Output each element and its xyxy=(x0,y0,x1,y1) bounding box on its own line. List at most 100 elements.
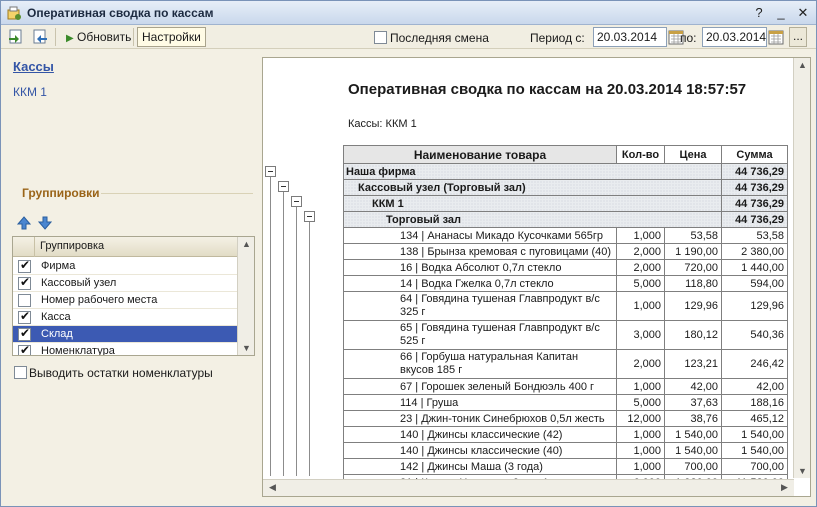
kkm-link[interactable]: ККМ 1 xyxy=(13,85,47,99)
collapse-icon[interactable] xyxy=(291,196,302,207)
item-price: 700,00 xyxy=(664,458,722,475)
grouping-row-selected[interactable]: Склад xyxy=(13,326,238,343)
item-qty: 1,000 xyxy=(616,442,665,459)
item-qty: 1,000 xyxy=(616,426,665,443)
period-to-input[interactable]: 20.03.2014 xyxy=(702,27,767,47)
table-row[interactable]: 140 | Джинсы классические (40) 1,000 1 540… xyxy=(343,442,788,459)
grouping-label: Фирма xyxy=(41,260,76,272)
app-icon xyxy=(7,6,21,20)
item-name: 64 | Говядина тушеная Главпродукт в/с 32… xyxy=(343,291,617,321)
collapse-icon[interactable] xyxy=(265,166,276,177)
table-row[interactable]: 142 | Джинсы Маша (3 года) 1,000 700,00 700… xyxy=(343,458,788,475)
grouping-row[interactable]: Касса xyxy=(13,309,238,326)
grouping-row[interactable]: Фирма xyxy=(13,258,238,275)
grouping-label: Склад xyxy=(41,328,73,340)
table-row[interactable]: 16 | Водка Абсолют 0,7л стекло 2,000 720,0… xyxy=(343,259,788,276)
report-table: Наименование товара Кол-во Цена Сумма На… xyxy=(343,145,788,491)
period-from-label: Период с: xyxy=(530,31,585,45)
grouping-row[interactable]: Кассовый узел xyxy=(13,275,238,292)
group-name: Наша фирма xyxy=(343,163,722,180)
collapse-icon[interactable] xyxy=(278,181,289,192)
scroll-right-icon[interactable]: ▶ xyxy=(777,482,792,493)
left-panel: Кассы ККМ 1 Группировки Группировка Фирм… xyxy=(1,50,259,506)
item-sum: 42,00 xyxy=(721,378,788,395)
scroll-up-icon[interactable]: ▲ xyxy=(239,239,254,249)
toolbar-separator xyxy=(55,28,56,46)
kassy-title-link[interactable]: Кассы xyxy=(13,59,54,74)
item-qty: 2,000 xyxy=(616,349,665,379)
table-row[interactable]: 140 | Джинсы классические (42) 1,000 1 540… xyxy=(343,426,788,443)
group-row[interactable]: Наша фирма 44 736,29 xyxy=(343,163,788,180)
export-icon[interactable] xyxy=(7,28,25,46)
help-icon[interactable]: ? xyxy=(749,4,769,22)
grouping-label: Номер рабочего места xyxy=(41,294,158,306)
table-row[interactable]: 65 | Говядина тушеная Главпродукт в/с 52… xyxy=(343,320,788,350)
calendar-icon[interactable] xyxy=(768,29,784,45)
item-qty: 5,000 xyxy=(616,275,665,292)
group-sum: 44 736,29 xyxy=(721,211,788,228)
close-button[interactable]: ✕ xyxy=(793,4,813,22)
table-row[interactable]: 138 | Брынза кремовая с пуговицами (40) 2… xyxy=(343,243,788,260)
table-row[interactable]: 14 | Водка Гжелка 0,7л стекло 5,000 118,80… xyxy=(343,275,788,292)
grouping-checkbox[interactable] xyxy=(18,275,31,290)
collapse-icon[interactable] xyxy=(304,211,315,222)
item-price: 42,00 xyxy=(664,378,722,395)
group-row[interactable]: ККМ 1 44 736,29 xyxy=(343,195,788,212)
table-row[interactable]: 114 | Груша 5,000 37,63 188,16 xyxy=(343,394,788,411)
item-sum: 246,42 xyxy=(721,349,788,379)
item-sum: 540,36 xyxy=(721,320,788,350)
group-row[interactable]: Торговый зал 44 736,29 xyxy=(343,211,788,228)
table-row[interactable]: 134 | Ананасы Микадо Кусочками 565гр 1,00… xyxy=(343,227,788,244)
scroll-down-icon[interactable]: ▼ xyxy=(239,343,254,353)
item-name: 142 | Джинсы Маша (3 года) xyxy=(343,458,617,475)
item-qty: 5,000 xyxy=(616,394,665,411)
report-panel: Оперативная сводка по кассам на 20.03.20… xyxy=(262,57,811,497)
grouping-checkbox[interactable] xyxy=(18,343,31,355)
groupings-table: Группировка Фирма Кассовый узел Номер ра… xyxy=(12,236,255,356)
item-name: 114 | Груша xyxy=(343,394,617,411)
period-to-label: по: xyxy=(680,31,697,45)
item-price: 180,12 xyxy=(664,320,722,350)
group-row[interactable]: Кассовый узел (Торговый зал) 44 736,29 xyxy=(343,179,788,196)
item-price: 129,96 xyxy=(664,291,722,321)
settings-button[interactable]: Настройки xyxy=(137,27,206,47)
item-name: 23 | Джин-тоник Синебрюхов 0,5л жесть xyxy=(343,410,617,427)
table-row[interactable]: 64 | Говядина тушеная Главпродукт в/с 32… xyxy=(343,291,788,321)
grouping-checkbox[interactable] xyxy=(18,326,31,341)
show-rest-checkbox[interactable] xyxy=(14,366,27,379)
item-name: 138 | Брынза кремовая с пуговицами (40) xyxy=(343,243,617,260)
item-sum: 465,12 xyxy=(721,410,788,427)
scroll-up-icon[interactable]: ▲ xyxy=(795,60,810,70)
table-row[interactable]: 66 | Горбуша натуральная Капитан вкусов … xyxy=(343,349,788,379)
column-header-qty: Кол-во xyxy=(616,145,665,164)
scroll-left-icon[interactable]: ◀ xyxy=(265,482,280,493)
grouping-checkbox[interactable] xyxy=(18,309,31,324)
scroll-down-icon[interactable]: ▼ xyxy=(795,466,810,476)
item-name: 134 | Ананасы Микадо Кусочками 565гр xyxy=(343,227,617,244)
report-vertical-scrollbar[interactable]: ▲ ▼ xyxy=(793,58,810,478)
grouping-row[interactable]: Номенклатура xyxy=(13,343,238,355)
table-row[interactable]: 67 | Горошек зеленый Бондюэль 400 г 1,000… xyxy=(343,378,788,395)
minimize-button[interactable]: _ xyxy=(771,4,791,22)
last-shift-checkbox[interactable] xyxy=(374,31,387,44)
grouping-checkbox[interactable] xyxy=(18,294,31,307)
groupings-scrollbar[interactable]: ▲ ▼ xyxy=(237,237,254,355)
move-down-icon[interactable] xyxy=(38,216,52,230)
item-price: 53,58 xyxy=(664,227,722,244)
grouping-checkbox[interactable] xyxy=(18,258,31,273)
period-from-input[interactable]: 20.03.2014 xyxy=(593,27,667,47)
grouping-row[interactable]: Номер рабочего места xyxy=(13,292,238,309)
import-icon[interactable] xyxy=(31,28,49,46)
table-row[interactable]: 23 | Джин-тоник Синебрюхов 0,5л жесть 12,… xyxy=(343,410,788,427)
last-shift-label: Последняя смена xyxy=(390,31,489,45)
tree-line xyxy=(270,176,271,476)
report-subtitle: Кассы: ККМ 1 xyxy=(348,118,417,130)
period-select-button[interactable]: ... xyxy=(789,27,807,47)
item-sum: 1 540,00 xyxy=(721,442,788,459)
refresh-button[interactable]: ▶ Обновить xyxy=(61,27,136,47)
report-horizontal-scrollbar[interactable]: ◀ ▶ xyxy=(263,479,794,496)
title-bar: Оперативная сводка по кассам ? _ ✕ xyxy=(1,1,816,25)
report-header-row: Наименование товара Кол-во Цена Сумма xyxy=(343,145,788,164)
column-header-name: Наименование товара xyxy=(343,145,617,164)
move-up-icon[interactable] xyxy=(17,216,31,230)
